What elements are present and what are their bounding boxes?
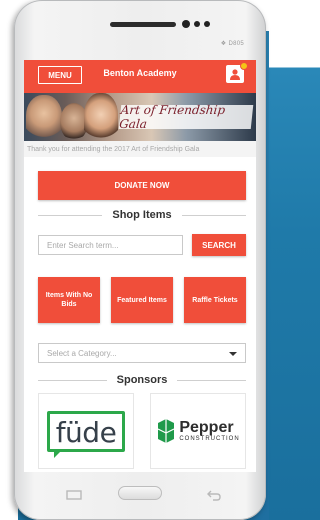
app-screen: MENU Benton Academy Art of Friendship Ga… bbox=[24, 60, 256, 472]
back-icon[interactable] bbox=[206, 489, 222, 501]
sensor-dot-icon bbox=[194, 21, 200, 27]
phone-bottom-bezel bbox=[14, 472, 266, 520]
shop-items-title: Shop Items bbox=[112, 209, 172, 221]
divider bbox=[38, 214, 103, 216]
sponsor-pepper-logo[interactable]: Pepper CONSTRUCTION bbox=[150, 393, 246, 469]
home-button[interactable] bbox=[118, 486, 162, 500]
divider bbox=[38, 379, 107, 381]
category-select[interactable]: Select a Category... bbox=[38, 343, 246, 363]
pepper-logo-subtitle: CONSTRUCTION bbox=[179, 436, 240, 442]
divider bbox=[181, 214, 247, 216]
user-icon bbox=[230, 69, 240, 80]
menu-button[interactable]: MENU bbox=[38, 66, 82, 84]
banner-photo-person bbox=[84, 93, 118, 141]
fude-logo-frame: füde bbox=[46, 410, 126, 458]
raffle-tickets-button[interactable]: Raffle Tickets bbox=[184, 277, 246, 323]
fude-logo-text: füde bbox=[55, 415, 117, 449]
category-select-placeholder: Select a Category... bbox=[47, 348, 117, 358]
pepper-logo-name: Pepper bbox=[179, 419, 234, 436]
phone-top-bezel: ❖ D805 bbox=[14, 0, 266, 60]
earpiece-speaker bbox=[110, 22, 176, 27]
divider bbox=[177, 379, 247, 381]
banner-title: Art of Friendship Gala bbox=[119, 103, 254, 131]
items-with-no-bids-button[interactable]: Items With No Bids bbox=[38, 277, 100, 323]
search-input[interactable]: Enter Search term... bbox=[38, 235, 183, 255]
pepper-leaf-icon bbox=[158, 419, 175, 443]
sensor-dot-icon bbox=[204, 21, 210, 27]
shop-items-heading: Shop Items bbox=[38, 208, 247, 222]
chevron-down-icon bbox=[229, 352, 237, 356]
sponsor-fude-logo[interactable]: füde bbox=[38, 393, 134, 469]
event-banner: Art of Friendship Gala bbox=[24, 93, 256, 141]
banner-photo-person bbox=[26, 95, 62, 141]
app-title: Benton Academy bbox=[103, 68, 177, 78]
search-button[interactable]: SEARCH bbox=[192, 234, 246, 256]
front-camera-icon bbox=[182, 20, 190, 28]
featured-items-button[interactable]: Featured Items bbox=[111, 277, 173, 323]
sponsors-heading: Sponsors bbox=[38, 373, 247, 387]
recent-apps-icon[interactable] bbox=[66, 490, 82, 500]
device-brand-mark: ❖ D805 bbox=[220, 41, 244, 47]
account-button[interactable] bbox=[226, 62, 248, 83]
notification-badge bbox=[240, 62, 248, 70]
pepper-logo: Pepper CONSTRUCTION bbox=[156, 419, 239, 443]
sponsors-title: Sponsors bbox=[116, 374, 168, 386]
thank-you-message: Thank you for attending the 2017 Art of … bbox=[24, 141, 256, 157]
app-header: MENU Benton Academy bbox=[24, 60, 256, 93]
speech-tail-icon bbox=[53, 448, 63, 458]
donate-now-button[interactable]: DONATE NOW bbox=[38, 171, 246, 200]
